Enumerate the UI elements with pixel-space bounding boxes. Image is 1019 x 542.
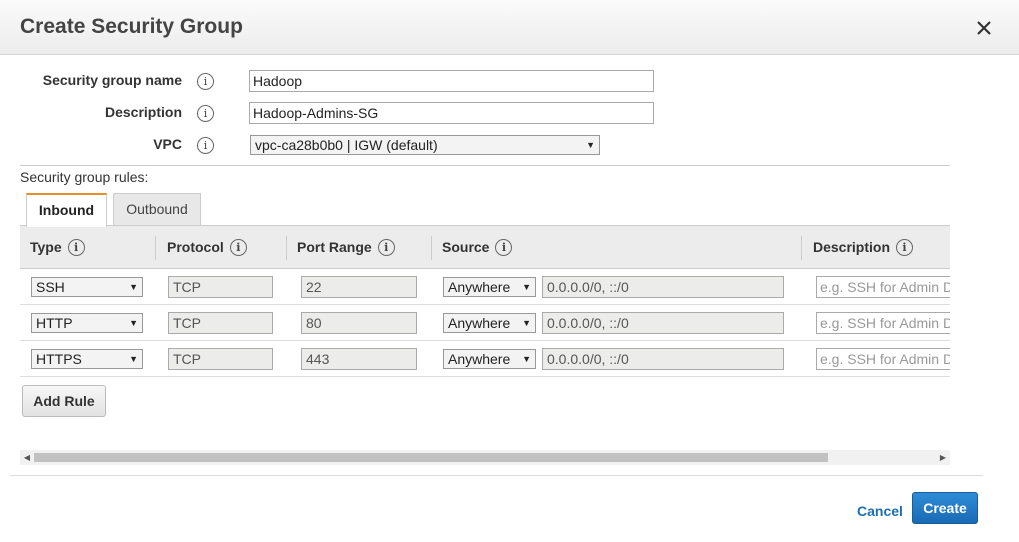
table-header: Type i Protocol i Port Range i Source i Desc… [20,226,950,269]
column-header-source: Source i [432,226,513,268]
source-select-value: Anywhere [448,351,511,367]
port-range-field: 22 [301,276,417,298]
port-range-field: 443 [301,348,417,370]
column-label: Source [442,239,490,255]
rule-description-input[interactable]: e.g. SSH for Admin D [816,276,950,298]
type-select[interactable]: HTTP ▼ [31,313,143,333]
protocol-field: TCP [168,276,273,298]
column-label: Type [30,239,62,255]
info-icon[interactable]: i [229,238,247,256]
type-select[interactable]: SSH ▼ [31,277,143,297]
protocol-field: TCP [168,312,273,334]
source-select[interactable]: Anywhere ▼ [443,313,536,333]
info-icon[interactable]: i [896,238,914,256]
source-select[interactable]: Anywhere ▼ [443,277,536,297]
info-icon[interactable]: i [377,238,395,256]
type-select-value: HTTPS [36,351,82,367]
type-select[interactable]: HTTPS ▼ [31,349,143,369]
tab-inbound[interactable]: Inbound [26,193,107,227]
chevron-down-icon: ▼ [522,282,531,292]
source-select[interactable]: Anywhere ▼ [443,349,536,369]
dialog-header: Create Security Group [0,0,1019,55]
column-header-description: Description i [803,226,914,268]
column-divider [155,236,156,260]
rules-heading: Security group rules: [20,169,149,185]
divider [20,165,950,166]
rules-table: Type i Protocol i Port Range i Source i Desc… [20,225,950,377]
chevron-down-icon: ▼ [522,354,531,364]
info-icon[interactable]: i [197,73,214,90]
source-select-value: Anywhere [448,315,511,331]
create-button[interactable]: Create [912,492,978,524]
divider [10,475,983,476]
chevron-down-icon: ▼ [586,140,595,150]
description-label: Description [104,104,182,120]
type-select-value: SSH [36,279,65,295]
info-icon[interactable]: i [197,105,214,122]
security-group-name-label: Security group name [42,72,182,88]
add-rule-button[interactable]: Add Rule [22,385,106,417]
chevron-down-icon: ▼ [129,318,138,328]
table-row: HTTPS ▼ TCP 443 Anywhere ▼ 0.0.0.0/0, ::/0… [20,341,950,377]
port-range-field: 80 [301,312,417,334]
scroll-right-icon[interactable]: ▶ [936,450,950,465]
chevron-down-icon: ▼ [522,318,531,328]
protocol-field: TCP [168,348,273,370]
info-icon[interactable]: i [67,238,85,256]
dialog-title: Create Security Group [20,15,243,38]
column-label: Protocol [167,239,224,255]
source-cidr-input[interactable]: 0.0.0.0/0, ::/0 [542,312,784,334]
column-label: Port Range [297,239,372,255]
source-cidr-input[interactable]: 0.0.0.0/0, ::/0 [542,276,784,298]
horizontal-scrollbar[interactable]: ◀ ▶ [20,450,950,465]
source-select-value: Anywhere [448,279,511,295]
cancel-button[interactable]: Cancel [857,503,903,519]
column-header-type: Type i [20,226,85,268]
column-header-protocol: Protocol i [157,226,247,268]
source-cidr-input[interactable]: 0.0.0.0/0, ::/0 [542,348,784,370]
column-header-port-range: Port Range i [287,226,395,268]
info-icon[interactable]: i [197,137,214,154]
chevron-down-icon: ▼ [129,282,138,292]
vpc-select[interactable]: vpc-ca28b0b0 | IGW (default) ▼ [250,135,600,155]
rule-description-input[interactable]: e.g. SSH for Admin D [816,348,950,370]
security-group-name-input[interactable]: Hadoop [249,70,654,92]
rule-description-input[interactable]: e.g. SSH for Admin D [816,312,950,334]
info-icon[interactable]: i [495,238,513,256]
vpc-select-value: vpc-ca28b0b0 | IGW (default) [255,137,438,153]
scroll-left-icon[interactable]: ◀ [20,450,34,465]
description-input[interactable]: Hadoop-Admins-SG [249,102,654,124]
column-label: Description [813,239,891,255]
tab-outbound[interactable]: Outbound [113,193,201,226]
chevron-down-icon: ▼ [129,354,138,364]
close-icon[interactable] [970,14,998,42]
vpc-label: VPC [153,136,182,152]
type-select-value: HTTP [36,315,73,331]
scrollbar-thumb[interactable] [34,453,828,462]
table-row: SSH ▼ TCP 22 Anywhere ▼ 0.0.0.0/0, ::/0 e.… [20,269,950,305]
table-row: HTTP ▼ TCP 80 Anywhere ▼ 0.0.0.0/0, ::/0 e… [20,305,950,341]
column-divider [801,236,802,260]
